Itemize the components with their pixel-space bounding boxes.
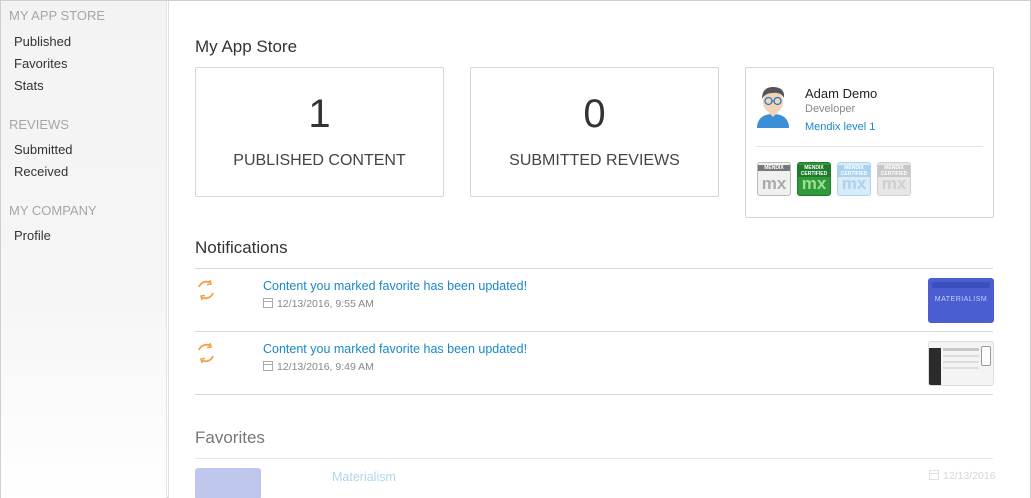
thumb-line	[943, 348, 979, 351]
mendix-certified-badge-icon: MENDIX CERTIFIED mx	[877, 162, 911, 196]
sidebar-item-stats[interactable]: Stats	[1, 75, 44, 97]
thumb-line	[943, 367, 979, 369]
notification-thumbnail[interactable]: MATERIALISM	[928, 278, 994, 323]
favorite-date: 12/13/2016	[929, 470, 996, 482]
refresh-icon	[198, 342, 214, 364]
mendix-certified-badge-icon: MENDIX CERTIFIED mx	[837, 162, 871, 196]
main-content: My App Store 1 PUBLISHED CONTENT 0 SUBMI…	[168, 1, 1026, 498]
thumb-line	[943, 361, 979, 363]
profile-name: Adam Demo	[805, 86, 878, 101]
thumbnail-caption: MATERIALISM	[934, 296, 988, 303]
sidebar-heading-my-app-store: MY APP STORE	[9, 8, 106, 23]
notification-link[interactable]: Content you marked favorite has been upd…	[263, 279, 527, 293]
notifications-heading: Notifications	[195, 238, 288, 257]
favorite-name-link[interactable]: Materialism	[332, 470, 396, 484]
notification-thumbnail[interactable]	[928, 341, 994, 386]
sidebar-item-received[interactable]: Received	[1, 161, 68, 183]
sidebar-item-profile[interactable]: Profile	[1, 225, 51, 247]
badge-mark: mx	[841, 174, 867, 193]
page-title: My App Store	[195, 37, 298, 56]
stat-card-submitted-reviews[interactable]: 0 SUBMITTED REVIEWS	[470, 67, 719, 197]
profile-divider	[756, 146, 983, 147]
favorites-heading: Favorites	[195, 428, 265, 447]
calendar-icon	[263, 298, 273, 308]
stat-value: 0	[583, 92, 606, 136]
mendix-certified-badge-icon: MENDIX CERTIFIED mx	[797, 162, 831, 196]
sidebar-item-submitted[interactable]: Submitted	[1, 139, 73, 161]
sidebar-heading-reviews: REVIEWS	[9, 117, 69, 132]
divider	[195, 331, 993, 332]
badge-mark: mx	[881, 174, 907, 193]
calendar-icon	[929, 470, 939, 480]
divider	[195, 268, 993, 269]
sidebar-item-published[interactable]: Published	[1, 31, 71, 53]
stat-label: SUBMITTED REVIEWS	[509, 152, 680, 169]
badge-top-label: MENDIX	[758, 165, 790, 171]
thumb-line	[943, 355, 979, 357]
divider	[195, 394, 993, 395]
thumb-sidebar	[929, 348, 941, 385]
badge-mark: mx	[761, 174, 787, 193]
notification-date-text: 12/13/2016, 9:55 AM	[277, 298, 374, 310]
stat-value: 1	[308, 92, 331, 136]
notification-link[interactable]: Content you marked favorite has been upd…	[263, 342, 527, 356]
favorite-date-text: 12/13/2016	[943, 470, 996, 482]
notification-date: 12/13/2016, 9:55 AM	[263, 298, 374, 310]
stat-card-published-content[interactable]: 1 PUBLISHED CONTENT	[195, 67, 444, 197]
scrollbar[interactable]	[1025, 1, 1030, 498]
divider	[195, 458, 993, 459]
profile-role: Developer	[805, 103, 856, 115]
list-item[interactable]: Materialism 12/13/2016	[169, 467, 1025, 498]
sidebar: MY APP STORE Published Favorites Stats R…	[1, 1, 167, 498]
calendar-icon	[263, 361, 273, 371]
notification-date-text: 12/13/2016, 9:49 AM	[277, 361, 374, 373]
sidebar-item-favorites[interactable]: Favorites	[1, 53, 67, 75]
badge-mark: mx	[801, 174, 827, 193]
stat-label: PUBLISHED CONTENT	[233, 152, 406, 169]
avatar	[757, 87, 789, 128]
favorite-thumbnail[interactable]	[195, 468, 261, 498]
notification-date: 12/13/2016, 9:49 AM	[263, 361, 374, 373]
thumb-bar	[932, 282, 990, 288]
profile-level-link[interactable]: Mendix level 1	[805, 121, 875, 133]
profile-card: Adam Demo Developer Mendix level 1 MENDI…	[745, 67, 994, 218]
thumb-phone	[981, 346, 991, 366]
mendix-badge-icon: MENDIX mx	[757, 162, 791, 196]
refresh-icon	[198, 279, 214, 301]
sidebar-heading-my-company: MY COMPANY	[9, 203, 97, 218]
